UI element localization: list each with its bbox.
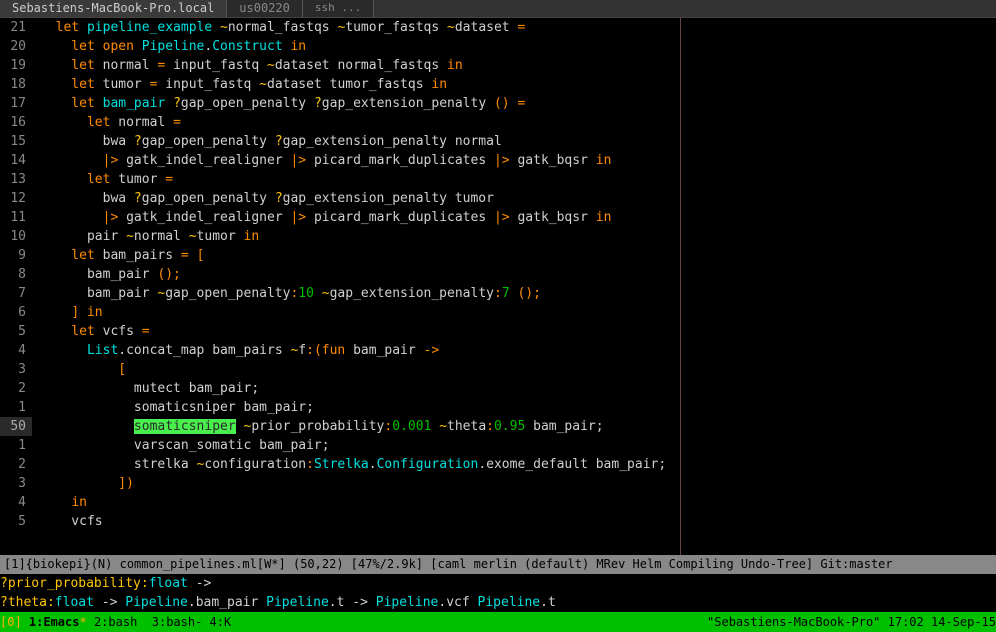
line-number: 3 bbox=[0, 474, 32, 493]
code-line: let tumor = input_fastq ~dataset tumor_f… bbox=[32, 75, 447, 94]
line-number: 17 bbox=[0, 94, 32, 113]
fill-column-indicator bbox=[680, 18, 681, 555]
merlin-type-hints: ?prior_probability:float -> ?theta:float… bbox=[0, 574, 996, 612]
tab-ssh[interactable]: ssh ... bbox=[303, 0, 374, 17]
code-line: let vcfs = bbox=[32, 322, 150, 341]
code-line: let normal = bbox=[32, 113, 181, 132]
code-line-current: somaticsniper ~prior_probability:0.001 ~… bbox=[32, 417, 604, 436]
line-number: 19 bbox=[0, 56, 32, 75]
line-number: 4 bbox=[0, 341, 32, 360]
line-number: 21 bbox=[0, 18, 32, 37]
code-line: ] in bbox=[32, 303, 103, 322]
line-number: 4 bbox=[0, 493, 32, 512]
terminal-tab-bar: Sebastiens-MacBook-Pro.local us00220 ssh… bbox=[0, 0, 996, 18]
tab-local[interactable]: Sebastiens-MacBook-Pro.local bbox=[0, 0, 227, 17]
code-line: List.concat_map bam_pairs ~f:(fun bam_pa… bbox=[32, 341, 439, 360]
code-line: let tumor = bbox=[32, 170, 173, 189]
line-number-current: 50 bbox=[0, 417, 32, 436]
line-number: 6 bbox=[0, 303, 32, 322]
code-line: vcfs bbox=[32, 512, 103, 531]
code-line: let bam_pair ?gap_open_penalty ?gap_exte… bbox=[32, 94, 525, 113]
line-number: 2 bbox=[0, 379, 32, 398]
code-line: somaticsniper bam_pair; bbox=[32, 398, 314, 417]
code-line: bam_pair (); bbox=[32, 265, 181, 284]
line-number: 8 bbox=[0, 265, 32, 284]
code-line: bam_pair ~gap_open_penalty:10 ~gap_exten… bbox=[32, 284, 541, 303]
code-line: in bbox=[32, 493, 87, 512]
code-line: |> gatk_indel_realigner |> picard_mark_d… bbox=[32, 208, 611, 227]
code-line: let bam_pairs = [ bbox=[32, 246, 204, 265]
line-number: 15 bbox=[0, 132, 32, 151]
tmux-windows[interactable]: 2:bash 3:bash- 4:K bbox=[87, 615, 232, 629]
line-number: 7 bbox=[0, 284, 32, 303]
tmux-status-bar: [0] 1:Emacs* 2:bash 3:bash- 4:K "Sebasti… bbox=[0, 612, 996, 632]
code-line: let normal = input_fastq ~dataset normal… bbox=[32, 56, 463, 75]
tab-remote[interactable]: us00220 bbox=[227, 0, 303, 17]
code-line bbox=[32, 531, 40, 550]
line-number: 13 bbox=[0, 170, 32, 189]
editor-pane[interactable]: 21 let pipeline_example ~normal_fastqs ~… bbox=[0, 18, 996, 555]
code-line: varscan_somatic bam_pair; bbox=[32, 436, 330, 455]
tmux-session[interactable]: [0] bbox=[0, 615, 29, 629]
code-line: [ bbox=[32, 360, 126, 379]
line-number: 1 bbox=[0, 436, 32, 455]
code-line: ]) bbox=[32, 474, 134, 493]
code-line: |> gatk_indel_realigner |> picard_mark_d… bbox=[32, 151, 611, 170]
tmux-active-star: * bbox=[79, 615, 86, 629]
line-number: 10 bbox=[0, 227, 32, 246]
line-number: 9 bbox=[0, 246, 32, 265]
line-number: 3 bbox=[0, 360, 32, 379]
code-line: let open Pipeline.Construct in bbox=[32, 37, 306, 56]
code-line: bwa ?gap_open_penalty ?gap_extension_pen… bbox=[32, 132, 502, 151]
line-number: 1 bbox=[0, 398, 32, 417]
code-line: strelka ~configuration:Strelka.Configura… bbox=[32, 455, 666, 474]
line-number: 5 bbox=[0, 322, 32, 341]
line-number: 2 bbox=[0, 455, 32, 474]
line-number: 12 bbox=[0, 189, 32, 208]
emacs-modeline: [1]{biokepi}(N) common_pipelines.ml[W*] … bbox=[0, 555, 996, 574]
tmux-right: "Sebastiens-MacBook-Pro" 17:02 14-Sep-15 bbox=[707, 612, 996, 632]
code-line: bwa ?gap_open_penalty ?gap_extension_pen… bbox=[32, 189, 494, 208]
line-number: 11 bbox=[0, 208, 32, 227]
code-line: let pipeline_example ~normal_fastqs ~tum… bbox=[32, 18, 525, 37]
code-line: mutect bam_pair; bbox=[32, 379, 259, 398]
line-number: 14 bbox=[0, 151, 32, 170]
line-number: 18 bbox=[0, 75, 32, 94]
line-number: 5 bbox=[0, 512, 32, 531]
line-number bbox=[0, 531, 32, 550]
cursor-highlight: somaticsniper bbox=[134, 419, 236, 434]
line-number: 16 bbox=[0, 113, 32, 132]
tmux-window-active[interactable]: 1:Emacs bbox=[29, 615, 80, 629]
line-number: 20 bbox=[0, 37, 32, 56]
code-line: pair ~normal ~tumor in bbox=[32, 227, 259, 246]
